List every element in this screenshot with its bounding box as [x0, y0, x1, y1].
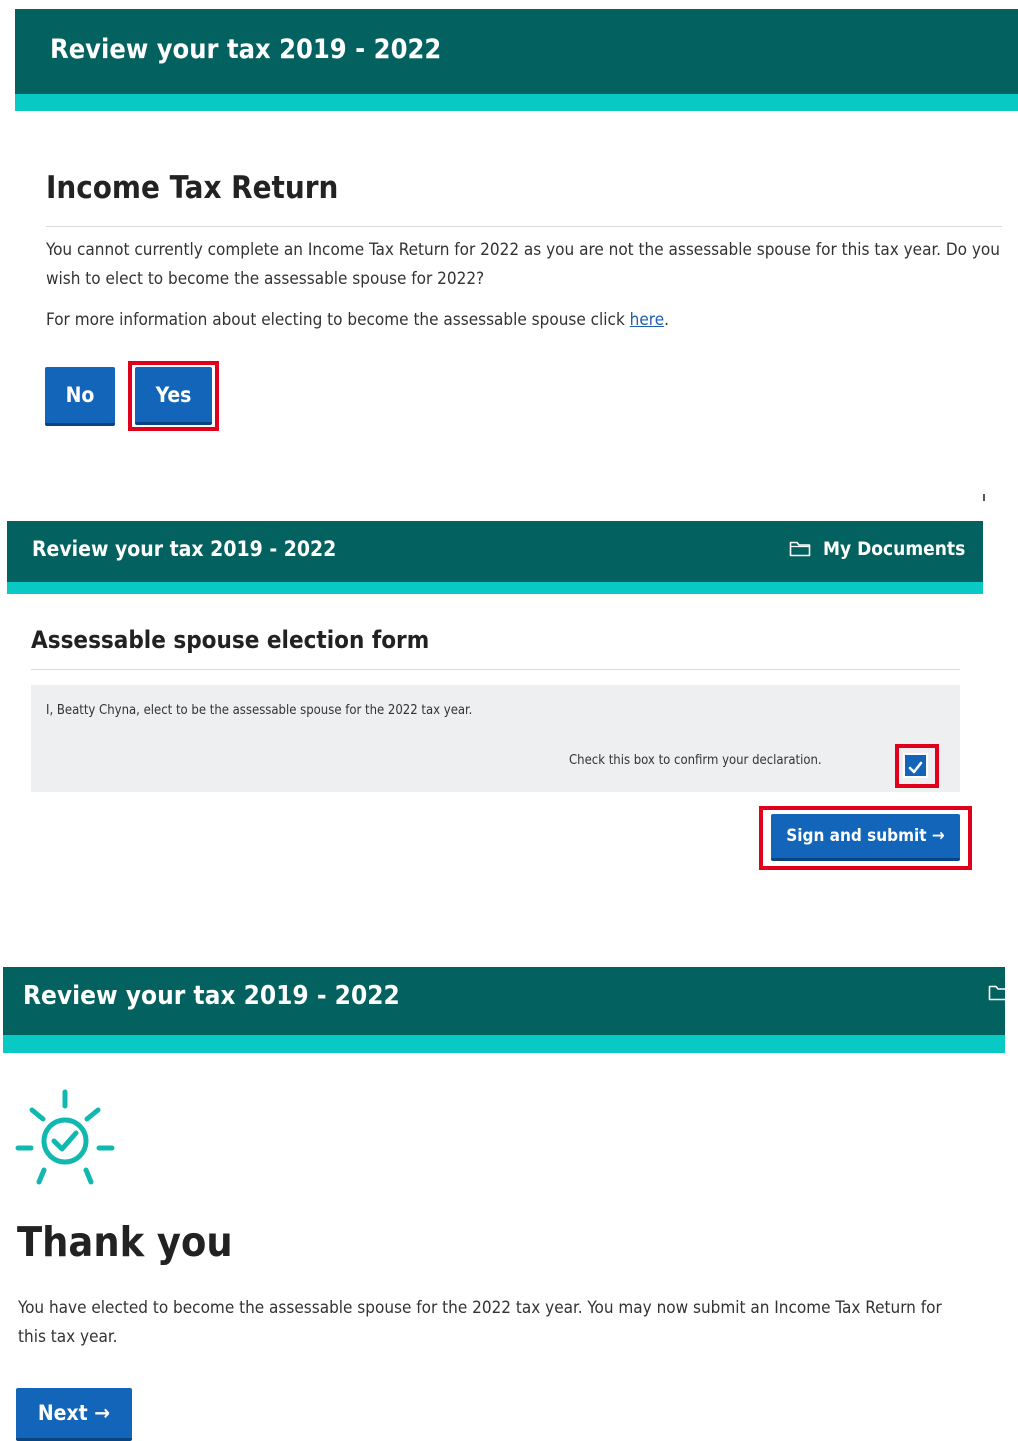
header-banner: Review your tax 2019 - 2022 — [15, 9, 1018, 94]
form-heading: Assessable spouse election form — [31, 626, 430, 654]
declaration-text: I, Beatty Chyna, elect to be the assessa… — [46, 703, 473, 718]
here-link[interactable]: here — [630, 310, 664, 330]
eligibility-message: You cannot currently complete an Income … — [46, 240, 1000, 289]
page-title: Review your tax 2019 - 2022 — [50, 34, 442, 65]
checkbox-highlight — [895, 744, 939, 788]
my-documents-link[interactable]: My Documents — [789, 538, 965, 560]
section-heading: Income Tax Return — [46, 170, 339, 206]
more-info-suffix: . — [664, 310, 669, 330]
header-accent-bar — [7, 582, 983, 594]
confirmation-message: You have elected to become the assessabl… — [18, 1298, 942, 1347]
checkbox-label: Check this box to confirm your declarati… — [569, 753, 822, 768]
yes-button-highlight — [128, 361, 219, 431]
declaration-box: I, Beatty Chyna, elect to be the assessa… — [31, 685, 960, 792]
next-button[interactable]: Next → — [16, 1388, 132, 1441]
header-accent-bar — [15, 94, 1018, 111]
header-banner: Review your tax 2019 - 2022 My Documents — [7, 521, 983, 582]
page-title: Review your tax 2019 - 2022 — [23, 981, 400, 1011]
sun-checkmark-icon — [15, 1088, 115, 1188]
page-title: Review your tax 2019 - 2022 — [32, 537, 337, 561]
divider — [46, 226, 1002, 227]
header-banner: Review your tax 2019 - 2022 — [3, 967, 1005, 1035]
my-documents-label: My Documents — [823, 538, 966, 560]
more-info-prefix: For more information about electing to b… — [46, 310, 630, 330]
folder-icon — [789, 540, 811, 558]
thank-you-heading: Thank you — [17, 1218, 233, 1266]
more-info-text: For more information about electing to b… — [46, 306, 1006, 335]
folder-icon[interactable] — [988, 984, 1005, 1002]
no-button[interactable]: No — [45, 367, 115, 426]
header-accent-bar — [3, 1035, 1005, 1053]
submit-button-highlight — [759, 806, 972, 870]
stray-mark — [983, 494, 985, 501]
divider — [31, 669, 960, 670]
